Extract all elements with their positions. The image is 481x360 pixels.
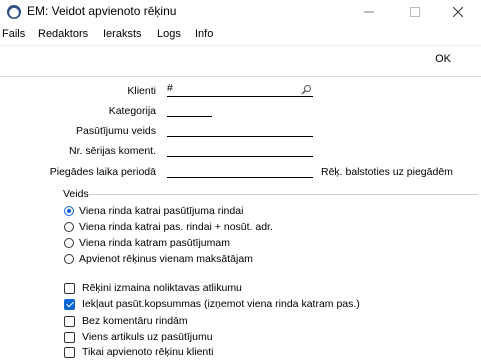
- klienti-label: Klienti: [127, 85, 156, 97]
- piegades-label: Piegādes laika periodā: [49, 166, 156, 178]
- radio-label: Viena rinda katram pasūtījumam: [79, 237, 230, 249]
- radio-label: Apvienot rēķinus vienam maksātājam: [79, 253, 253, 265]
- menu-fails[interactable]: Fails: [2, 27, 25, 42]
- close-icon: [453, 7, 463, 17]
- close-button[interactable]: [435, 0, 481, 24]
- radio-label: Viena rinda katrai pas. rindai + nosūt. …: [79, 221, 273, 233]
- ok-button[interactable]: OK: [435, 52, 451, 67]
- piegades-field[interactable]: [167, 163, 313, 178]
- radio-viena-rinda-nosut-adr[interactable]: [64, 222, 74, 232]
- minimize-icon: [364, 11, 374, 13]
- menu-bar: Fails Redaktors Ieraksts Logs Info: [0, 26, 481, 44]
- klienti-value: #: [167, 82, 173, 94]
- checkbox-iekļaut-kopsummas[interactable]: [64, 299, 75, 310]
- checkbox-label: Rēķini izmaina noliktavas atlikumu: [82, 282, 242, 294]
- kategorija-label: Kategorija: [108, 105, 156, 117]
- checkbox-bez-komentaru[interactable]: [64, 316, 75, 327]
- checkbox-label: Bez komentāru rindām: [82, 315, 188, 327]
- window-title: EM: Veidot apvienoto rēķinu: [27, 4, 177, 18]
- checkbox-label: Viens artikuls uz pasūtījumu: [82, 331, 213, 343]
- menu-ieraksts[interactable]: Ieraksts: [103, 27, 142, 42]
- checkbox-label: Iekļaut pasūt.kopsummas (izņemot viena r…: [82, 298, 360, 310]
- menu-info[interactable]: Info: [195, 27, 213, 42]
- radio-viena-rinda-katrai-rindai[interactable]: [64, 206, 74, 216]
- radio-label: Viena rinda katrai pasūtījuma rindai: [79, 205, 244, 217]
- pasutijumu-veids-label: Pasūtījumu veids: [76, 125, 156, 137]
- minimize-button[interactable]: [346, 0, 392, 24]
- kategorija-field[interactable]: [167, 102, 212, 117]
- menu-logs[interactable]: Logs: [157, 27, 181, 42]
- radio-apvienot-rekinus[interactable]: [64, 254, 74, 264]
- maximize-button[interactable]: [392, 0, 438, 24]
- veids-divider: [88, 194, 478, 195]
- menu-redaktors[interactable]: Redaktors: [38, 27, 88, 42]
- klienti-field[interactable]: #: [167, 82, 313, 97]
- nr-serijas-field[interactable]: [167, 142, 313, 157]
- checkbox-tikai-apvienoto[interactable]: [64, 347, 75, 358]
- checkbox-label: Tikai apvienoto rēķinu klienti: [82, 346, 214, 358]
- toolbar: [0, 45, 481, 77]
- veids-title: Veids: [63, 188, 89, 200]
- maximize-icon: [410, 7, 420, 17]
- checkbox-noliktavas-atlikums[interactable]: [64, 283, 75, 294]
- checkbox-viens-artikuls[interactable]: [64, 332, 75, 343]
- search-icon[interactable]: [301, 84, 312, 95]
- pasutijumu-veids-field[interactable]: [167, 122, 313, 137]
- piegades-right-label: Rēķ. balstoties uz piegādēm: [321, 166, 453, 178]
- nr-serijas-label: Nr. sērijas koment.: [69, 145, 156, 157]
- radio-viena-rinda-katram-pasutijumam[interactable]: [64, 238, 74, 248]
- title-bar: ⬤ EM: Veidot apvienoto rēķinu: [0, 0, 481, 28]
- em-logo-icon: ⬤: [7, 5, 21, 19]
